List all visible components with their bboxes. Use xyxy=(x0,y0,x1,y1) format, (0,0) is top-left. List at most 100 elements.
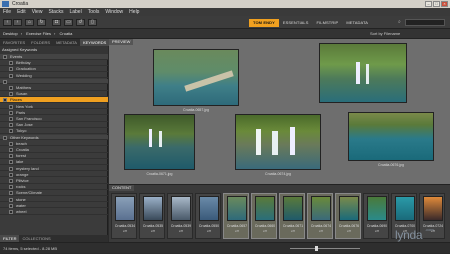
back-icon[interactable]: ‹ xyxy=(3,19,12,26)
workspace-filmstrip[interactable]: FILMSTRIP xyxy=(313,19,343,27)
keyword-item[interactable]: Plitvice xyxy=(0,178,108,184)
keyword-checkbox[interactable] xyxy=(9,129,13,134)
workspace-tom-endy[interactable]: TOM ENDY xyxy=(249,19,279,27)
workspace-metadata[interactable]: METADATA xyxy=(342,19,372,27)
menu-help[interactable]: Help xyxy=(129,8,139,16)
maximize-icon[interactable]: □ xyxy=(433,1,440,7)
keyword-item[interactable]: Susan xyxy=(0,91,108,97)
keyword-item[interactable]: San Francisco xyxy=(0,116,108,122)
keyword-item[interactable]: beach xyxy=(0,141,108,147)
minimize-icon[interactable]: – xyxy=(425,1,432,7)
tab-keywords[interactable]: KEYWORDS xyxy=(79,39,110,46)
thumbnail-image[interactable] xyxy=(395,196,415,221)
thumbnail-image[interactable] xyxy=(339,196,359,221)
keyword-checkbox[interactable] xyxy=(9,104,13,109)
keyword-item[interactable]: wheel xyxy=(0,209,108,215)
keyword-checkbox[interactable] xyxy=(9,160,13,165)
menu-file[interactable]: File xyxy=(3,8,11,16)
keyword-checkbox[interactable] xyxy=(9,141,13,146)
forward-icon[interactable]: › xyxy=(13,19,22,26)
thumbnail-cell[interactable]: Croatia-0690 2/8 xyxy=(363,193,389,239)
tab-folders[interactable]: FOLDERS xyxy=(28,39,53,46)
thumbnail-cell[interactable]: Croatia-0539 2/8 xyxy=(167,193,193,239)
close-icon[interactable]: × xyxy=(441,1,448,7)
breadcrumb-exercise-files[interactable]: Exercise Files xyxy=(23,31,54,36)
keyword-checkbox[interactable] xyxy=(9,117,13,121)
keyword-checkbox[interactable] xyxy=(3,79,7,84)
keyword-checkbox[interactable] xyxy=(9,154,13,159)
keyword-item[interactable]: Matthew xyxy=(0,85,108,91)
search-input[interactable] xyxy=(405,19,445,26)
tab-metadata[interactable]: METADATA xyxy=(53,39,80,46)
thumbnail-image[interactable] xyxy=(423,196,443,221)
keyword-item[interactable]: lake xyxy=(0,159,108,165)
thumbnail-image[interactable] xyxy=(199,196,219,221)
keyword-item[interactable]: Graduation xyxy=(0,66,108,72)
preview-tab[interactable]: PREVIEW xyxy=(109,39,134,45)
keyword-item[interactable]: New York xyxy=(0,104,108,110)
keyword-checkbox[interactable] xyxy=(3,98,7,103)
keyword-checkbox[interactable] xyxy=(9,92,13,97)
keyword-checkbox[interactable] xyxy=(9,191,13,196)
keyword-checkbox[interactable] xyxy=(9,61,13,66)
thumbnail-cell[interactable]: Croatia-0674 2/8 xyxy=(307,193,333,239)
trash-icon[interactable]: ▯ xyxy=(88,19,97,26)
folder-icon[interactable]: ▭ xyxy=(64,19,73,26)
search-icon[interactable]: ⌕ xyxy=(398,19,401,25)
breadcrumb-desktop[interactable]: Desktop xyxy=(0,31,21,36)
thumbnail-size-slider[interactable] xyxy=(290,248,360,249)
keyword-item[interactable]: Tokyo xyxy=(0,128,108,134)
keyword-item[interactable]: water xyxy=(0,203,108,209)
keyword-checkbox[interactable] xyxy=(3,135,7,140)
thumbnail-cell[interactable]: Croatia-0534 2/8 xyxy=(111,193,137,239)
keyword-checkbox[interactable] xyxy=(9,210,13,214)
keyword-item[interactable]: mystery land xyxy=(0,166,108,172)
slider-thumb[interactable] xyxy=(315,246,318,251)
keyword-checkbox[interactable] xyxy=(9,73,13,78)
keyword-item[interactable]: Scene/Climate xyxy=(0,190,108,196)
workspace-essentials[interactable]: ESSENTIALS xyxy=(279,19,313,27)
thumbnail-cell[interactable]: Croatia-0671 2/8 xyxy=(279,193,305,239)
keyword-item[interactable]: rocks xyxy=(0,184,108,190)
thumbnail-image[interactable] xyxy=(171,196,191,221)
keyword-category[interactable]: Events xyxy=(0,54,108,60)
menu-stacks[interactable]: Stacks xyxy=(48,8,63,16)
keyword-checkbox[interactable] xyxy=(9,123,13,128)
keyword-checkbox[interactable] xyxy=(9,148,13,152)
tab-favorites[interactable]: FAVORITES xyxy=(0,39,28,46)
keyword-checkbox[interactable] xyxy=(9,197,13,202)
keyword-item[interactable]: Paris xyxy=(0,110,108,116)
preview-photo-lake[interactable] xyxy=(348,112,434,161)
preview-photo-waterfall-2[interactable] xyxy=(124,114,195,170)
keyword-item[interactable]: forest xyxy=(0,153,108,159)
thumbnail-image[interactable] xyxy=(367,196,387,221)
keyword-checkbox[interactable] xyxy=(9,185,13,190)
keyword-checkbox[interactable] xyxy=(3,55,7,59)
menu-tools[interactable]: Tools xyxy=(88,8,100,16)
keyword-item[interactable]: Birthday xyxy=(0,60,108,66)
menu-label[interactable]: Label xyxy=(69,8,81,16)
keyword-checkbox[interactable] xyxy=(9,110,13,115)
thumbnail-image[interactable] xyxy=(283,196,303,221)
home-icon[interactable]: ⌂ xyxy=(25,19,34,26)
thumbnail-image[interactable] xyxy=(255,196,275,221)
keyword-category[interactable] xyxy=(0,78,108,85)
preview-photo-lake-path[interactable] xyxy=(153,49,239,106)
menu-view[interactable]: View xyxy=(32,8,43,16)
keyword-category[interactable]: Other Keywords xyxy=(0,134,108,141)
thumbnail-cell[interactable]: Croatia-0550 2/8 xyxy=(195,193,221,239)
preview-photo-waterfall-3[interactable] xyxy=(235,114,321,170)
keyword-item[interactable]: Wedding xyxy=(0,73,108,79)
menu-edit[interactable]: Edit xyxy=(17,8,26,16)
thumbnail-cell[interactable]: Croatia-0724 2/8 xyxy=(419,193,445,239)
camera-icon[interactable]: ◘ xyxy=(52,19,61,26)
thumbnail-image[interactable] xyxy=(227,196,247,221)
thumbnail-cell[interactable]: Croatia-0535 2/8 xyxy=(139,193,165,239)
keyword-checkbox[interactable] xyxy=(9,166,13,171)
menu-window[interactable]: Window xyxy=(105,8,123,16)
thumbnail-cell[interactable]: Croatia-0676 2/8 xyxy=(335,193,361,239)
keyword-checkbox[interactable] xyxy=(9,67,13,72)
breadcrumb-croatia[interactable]: Croatia xyxy=(57,31,76,36)
keyword-item[interactable]: stone xyxy=(0,197,108,203)
keyword-item[interactable]: San Jose xyxy=(0,122,108,128)
